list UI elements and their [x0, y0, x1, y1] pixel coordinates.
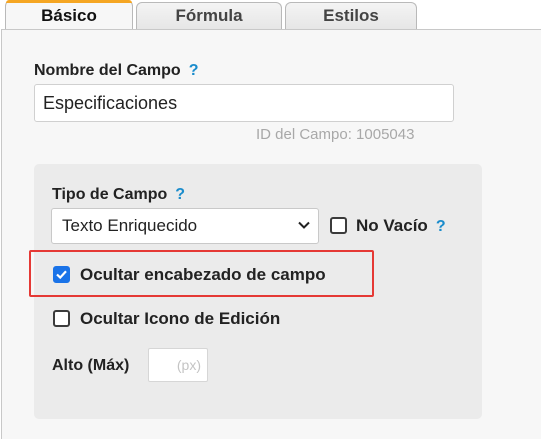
tab-label: Estilos — [323, 6, 379, 25]
checkmark-icon — [56, 270, 67, 280]
field-type-help-icon[interactable]: ? — [175, 186, 185, 203]
hide-header-checkbox[interactable] — [53, 266, 70, 283]
field-name-input[interactable] — [34, 84, 454, 122]
field-id-text: ID del Campo: 1005043 — [256, 126, 415, 143]
field-type-label: Tipo de Campo? — [52, 186, 185, 204]
hide-edit-icon-label: Ocultar Icono de Edición — [80, 309, 281, 328]
no-vacio-checkbox[interactable] — [330, 217, 347, 234]
height-input[interactable] — [148, 348, 208, 382]
height-label: Alto (Máx) — [52, 357, 130, 374]
tab-bar: Básico Fórmula Estilos — [0, 0, 542, 31]
active-tab-accent — [6, 0, 132, 3]
no-vacio-help-icon[interactable]: ? — [436, 218, 446, 235]
no-vacio-label-text: No Vacío — [356, 216, 428, 235]
field-type-select[interactable]: Texto Enriquecido — [51, 208, 319, 244]
field-name-label-text: Nombre del Campo — [34, 62, 181, 79]
chevron-down-icon — [296, 217, 312, 238]
no-vacio-label: No Vacío? — [356, 216, 446, 236]
tab-basico[interactable]: Básico — [5, 0, 133, 31]
tab-label: Básico — [41, 6, 97, 25]
tab-estilos[interactable]: Estilos — [285, 2, 417, 29]
field-name-help-icon[interactable]: ? — [189, 62, 199, 79]
field-type-label-text: Tipo de Campo — [52, 186, 168, 203]
field-name-label: Nombre del Campo? — [34, 62, 198, 80]
tab-formula[interactable]: Fórmula — [136, 2, 282, 29]
basic-settings-panel: Nombre del Campo? ID del Campo: 1005043 … — [1, 29, 541, 439]
tab-label: Fórmula — [175, 6, 243, 25]
hide-edit-icon-checkbox[interactable] — [53, 310, 70, 327]
hide-header-label: Ocultar encabezado de campo — [80, 265, 326, 284]
field-type-selected: Texto Enriquecido — [62, 216, 198, 235]
